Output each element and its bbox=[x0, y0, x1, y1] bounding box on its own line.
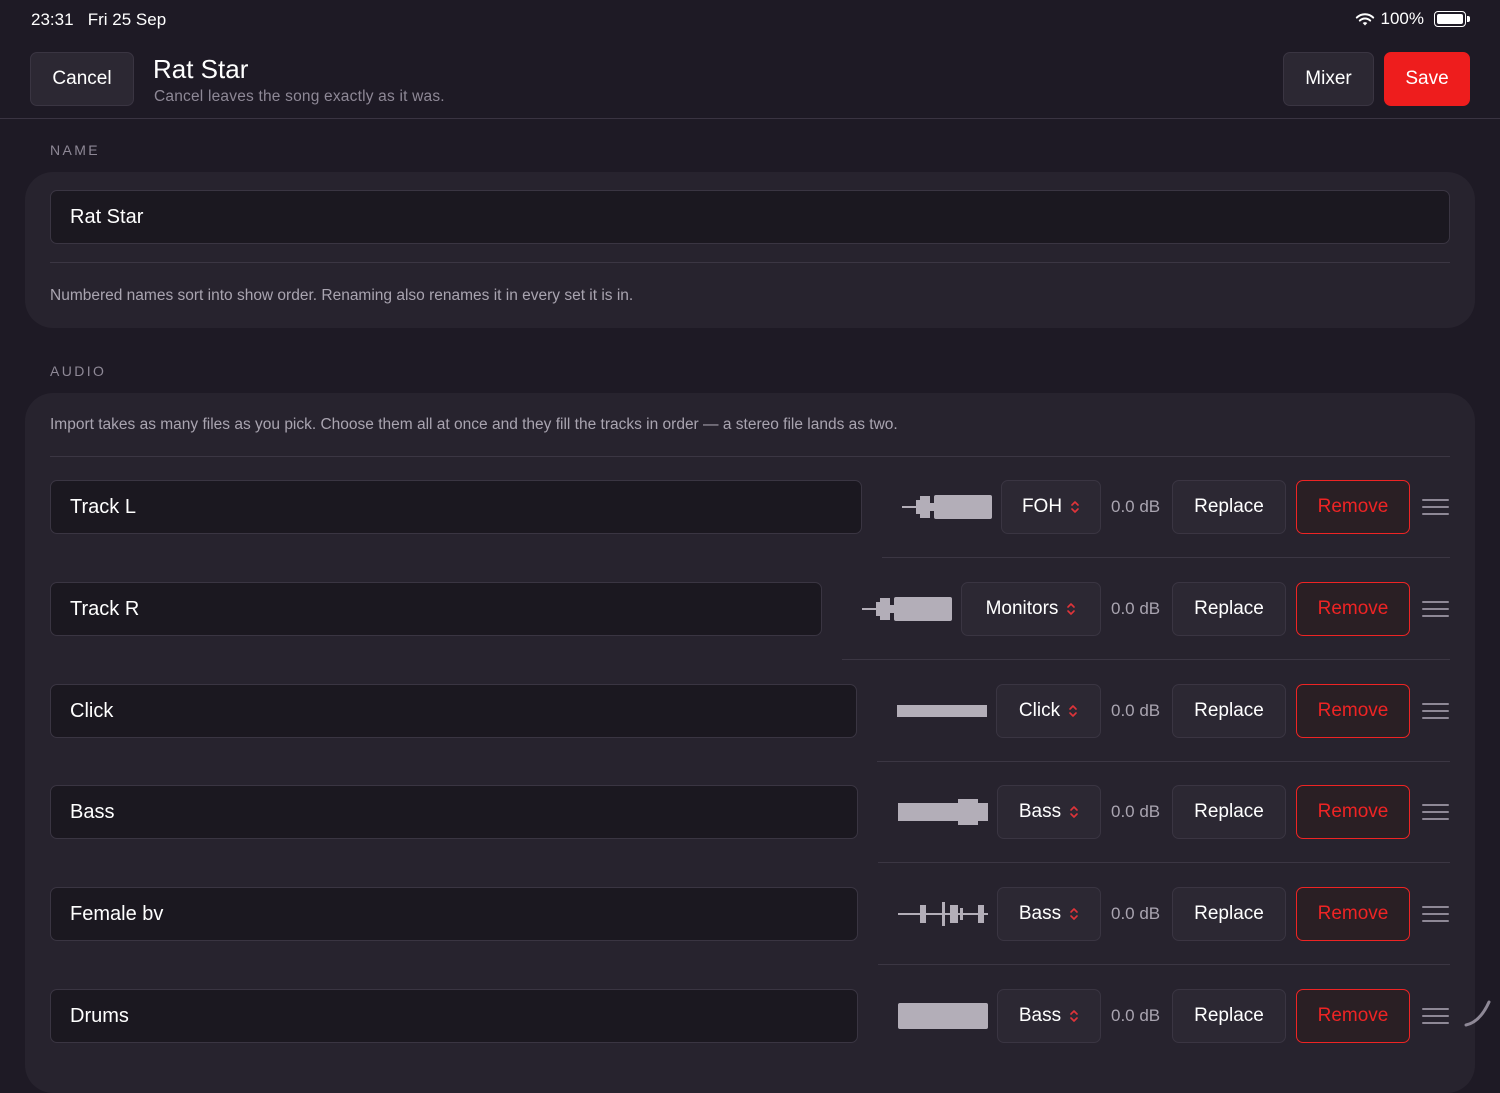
track-name-field[interactable]: Female bv bbox=[50, 887, 858, 941]
replace-button[interactable]: Replace bbox=[1172, 887, 1286, 941]
chevron-up-down-icon bbox=[1069, 804, 1079, 820]
gain-readout: 0.0 dB bbox=[1111, 497, 1161, 516]
chevron-up-down-icon bbox=[1068, 703, 1078, 719]
name-hint: Numbered names sort into show order. Ren… bbox=[50, 287, 634, 304]
waveform-preview bbox=[902, 492, 992, 522]
page-subtitle: Cancel leaves the song exactly as it was… bbox=[154, 88, 445, 105]
replace-button[interactable]: Replace bbox=[1172, 684, 1286, 738]
track-name-field[interactable]: Click bbox=[50, 684, 857, 738]
replace-button[interactable]: Replace bbox=[1172, 785, 1286, 839]
name-section-label: NAME bbox=[50, 142, 101, 158]
remove-button[interactable]: Remove bbox=[1296, 887, 1410, 941]
output-select[interactable]: Bass bbox=[997, 989, 1101, 1043]
drag-handle-icon[interactable] bbox=[1422, 703, 1449, 719]
track-separator bbox=[877, 761, 1450, 762]
gain-readout: 0.0 dB bbox=[1111, 904, 1161, 923]
status-bar: 23:31 Fri 25 Sep 100% bbox=[0, 0, 1500, 40]
chevron-up-down-icon bbox=[1069, 906, 1079, 922]
waveform-preview bbox=[897, 696, 987, 726]
replace-button[interactable]: Replace bbox=[1172, 480, 1286, 534]
output-select[interactable]: Monitors bbox=[961, 582, 1101, 636]
output-select[interactable]: Bass bbox=[997, 785, 1101, 839]
track-separator bbox=[882, 557, 1450, 558]
audio-divider bbox=[50, 456, 1450, 457]
battery-percent: 100% bbox=[1380, 9, 1424, 28]
drag-handle-icon[interactable] bbox=[1422, 804, 1449, 820]
output-label: FOH bbox=[1021, 496, 1063, 517]
name-divider bbox=[50, 262, 1450, 263]
remove-button[interactable]: Remove bbox=[1296, 684, 1410, 738]
chevron-up-down-icon bbox=[1070, 499, 1080, 515]
output-label: Bass bbox=[1018, 903, 1062, 924]
chevron-up-down-icon bbox=[1069, 1008, 1079, 1024]
waveform-preview bbox=[862, 594, 952, 624]
replace-button[interactable]: Replace bbox=[1172, 989, 1286, 1043]
mixer-button[interactable]: Mixer bbox=[1283, 52, 1374, 106]
waveform-preview bbox=[898, 797, 988, 827]
track-separator bbox=[878, 862, 1450, 863]
wifi-icon bbox=[1355, 12, 1374, 25]
output-label: Click bbox=[1018, 700, 1061, 721]
waveform-preview bbox=[898, 1001, 988, 1031]
track-separator bbox=[878, 964, 1450, 965]
track-separator bbox=[842, 659, 1450, 660]
battery-icon bbox=[1434, 11, 1470, 27]
status-indicators: 100% bbox=[1355, 9, 1470, 29]
cancel-button[interactable]: Cancel bbox=[30, 52, 134, 106]
track-name-field[interactable]: Drums bbox=[50, 989, 858, 1043]
remove-button[interactable]: Remove bbox=[1296, 989, 1410, 1043]
remove-button[interactable]: Remove bbox=[1296, 582, 1410, 636]
gain-readout: 0.0 dB bbox=[1111, 701, 1161, 720]
output-label: Bass bbox=[1018, 801, 1062, 822]
gain-readout: 0.0 dB bbox=[1111, 1006, 1161, 1025]
status-clock: 23:31 bbox=[31, 10, 74, 29]
drag-handle-icon[interactable] bbox=[1422, 499, 1449, 515]
song-name-field[interactable]: Rat Star bbox=[50, 190, 1450, 244]
output-select[interactable]: FOH bbox=[1001, 480, 1101, 534]
waveform-preview bbox=[898, 899, 988, 929]
output-label: Monitors bbox=[985, 598, 1059, 619]
editor-header: Cancel Rat Star Cancel leaves the song e… bbox=[0, 40, 1500, 119]
audio-hint: Import takes as many files as you pick. … bbox=[50, 416, 898, 433]
chevron-up-down-icon bbox=[1066, 601, 1076, 617]
track-name-field[interactable]: Bass bbox=[50, 785, 858, 839]
track-name-field[interactable]: Track R bbox=[50, 582, 822, 636]
remove-button[interactable]: Remove bbox=[1296, 785, 1410, 839]
track-name-field[interactable]: Track L bbox=[50, 480, 862, 534]
output-select[interactable]: Click bbox=[996, 684, 1101, 738]
status-date: Fri 25 Sep bbox=[87, 10, 167, 29]
resize-handle-icon bbox=[1464, 1000, 1491, 1027]
status-time: 23:31 Fri 25 Sep bbox=[31, 10, 166, 30]
drag-handle-icon[interactable] bbox=[1422, 1008, 1449, 1024]
remove-button[interactable]: Remove bbox=[1296, 480, 1410, 534]
gain-readout: 0.0 dB bbox=[1111, 599, 1161, 618]
drag-handle-icon[interactable] bbox=[1422, 601, 1449, 617]
drag-handle-icon[interactable] bbox=[1422, 906, 1449, 922]
gain-readout: 0.0 dB bbox=[1111, 802, 1161, 821]
output-select[interactable]: Bass bbox=[997, 887, 1101, 941]
replace-button[interactable]: Replace bbox=[1172, 582, 1286, 636]
audio-section-label: AUDIO bbox=[50, 363, 107, 379]
output-label: Bass bbox=[1018, 1005, 1062, 1026]
page-title: Rat Star bbox=[153, 54, 249, 84]
save-button[interactable]: Save bbox=[1384, 52, 1470, 106]
